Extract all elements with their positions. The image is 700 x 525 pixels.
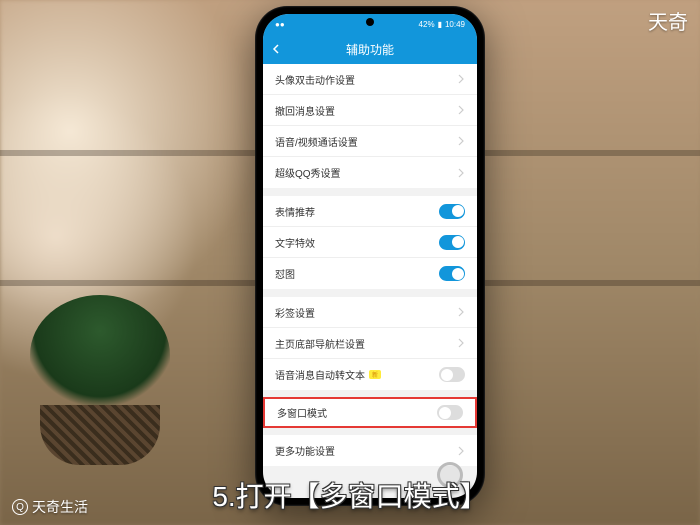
settings-row[interactable]: 撤回消息设置 <box>263 95 477 126</box>
settings-row[interactable]: 表情推荐 <box>263 196 477 227</box>
toggle-knob <box>452 205 464 217</box>
section-gap <box>263 427 477 435</box>
chevron-right-icon <box>457 307 465 317</box>
row-label: 头像双击动作设置 <box>275 72 355 87</box>
row-label: 彩签设置 <box>275 305 315 320</box>
camera-notch <box>366 18 374 26</box>
back-button[interactable] <box>271 44 281 54</box>
row-label: 更多功能设置 <box>275 443 335 458</box>
phone-screen: ●● 42% ▮ 10:49 辅助功能 头像双击动作设置撤回消息设置语音/视频通… <box>263 14 477 498</box>
watermark-icon: Q <box>12 499 28 515</box>
plant-decoration <box>30 295 170 415</box>
settings-section: 更多功能设置 <box>263 435 477 466</box>
row-label-text: 撤回消息设置 <box>275 103 335 118</box>
row-label: 多窗口模式 <box>277 405 327 420</box>
settings-list: 头像双击动作设置撤回消息设置语音/视频通话设置超级QQ秀设置表情推荐文字特效怼图… <box>263 64 477 466</box>
watermark-bottom: Q 天奇生活 <box>12 497 88 517</box>
chevron-right-icon <box>457 105 465 115</box>
settings-row[interactable]: 超级QQ秀设置 <box>263 157 477 188</box>
row-label-text: 怼图 <box>275 266 295 281</box>
settings-row[interactable]: 文字特效 <box>263 227 477 258</box>
row-label-text: 语音消息自动转文本 <box>275 367 365 382</box>
watermark-top: 天奇 <box>648 6 688 35</box>
chevron-right-icon <box>457 168 465 178</box>
toggle-knob <box>452 268 464 280</box>
row-label: 主页底部导航栏设置 <box>275 336 365 351</box>
instruction-caption: 5.打开【多窗口模式】 <box>212 475 487 515</box>
row-label-text: 更多功能设置 <box>275 443 335 458</box>
chevron-right-icon <box>457 136 465 146</box>
battery-icon: ▮ <box>438 20 442 29</box>
row-label: 表情推荐 <box>275 204 315 219</box>
chevron-right-icon <box>457 74 465 84</box>
basket-decoration <box>40 405 160 465</box>
settings-row[interactable]: 彩签设置 <box>263 297 477 328</box>
settings-row[interactable]: 更多功能设置 <box>263 435 477 466</box>
row-label-text: 文字特效 <box>275 235 315 250</box>
settings-section: 多窗口模式 <box>263 397 477 428</box>
chevron-right-icon <box>457 338 465 348</box>
settings-row[interactable]: 语音/视频通话设置 <box>263 126 477 157</box>
settings-row[interactable]: 头像双击动作设置 <box>263 64 477 95</box>
row-label-text: 表情推荐 <box>275 204 315 219</box>
row-label: 语音/视频通话设置 <box>275 134 358 149</box>
row-label-text: 超级QQ秀设置 <box>275 165 341 180</box>
row-label-text: 语音/视频通话设置 <box>275 134 358 149</box>
toggle-knob <box>439 407 451 419</box>
settings-row[interactable]: 怼图 <box>263 258 477 289</box>
row-label-text: 多窗口模式 <box>277 405 327 420</box>
battery-text: 42% <box>419 20 435 29</box>
row-label: 撤回消息设置 <box>275 103 335 118</box>
phone-frame: ●● 42% ▮ 10:49 辅助功能 头像双击动作设置撤回消息设置语音/视频通… <box>255 6 485 506</box>
row-label: 语音消息自动转文本新 <box>275 367 381 382</box>
row-label-text: 头像双击动作设置 <box>275 72 355 87</box>
section-gap <box>263 188 477 196</box>
watermark-bottom-text: 天奇生活 <box>32 497 88 517</box>
toggle-knob <box>441 369 453 381</box>
settings-section: 头像双击动作设置撤回消息设置语音/视频通话设置超级QQ秀设置 <box>263 64 477 188</box>
row-label-text: 彩签设置 <box>275 305 315 320</box>
row-label: 文字特效 <box>275 235 315 250</box>
row-label: 超级QQ秀设置 <box>275 165 341 180</box>
page-header: 辅助功能 <box>263 34 477 64</box>
toggle-switch[interactable] <box>439 235 465 250</box>
toggle-switch[interactable] <box>439 204 465 219</box>
settings-section: 彩签设置主页底部导航栏设置语音消息自动转文本新 <box>263 297 477 390</box>
settings-section: 表情推荐文字特效怼图 <box>263 196 477 289</box>
row-label-text: 主页底部导航栏设置 <box>275 336 365 351</box>
settings-row[interactable]: 语音消息自动转文本新 <box>263 359 477 390</box>
toggle-switch[interactable] <box>437 405 463 420</box>
status-right: 42% ▮ 10:49 <box>419 20 465 29</box>
chevron-right-icon <box>457 446 465 456</box>
new-badge: 新 <box>369 370 381 379</box>
status-left: ●● <box>275 20 285 29</box>
time-text: 10:49 <box>445 20 465 29</box>
row-label: 怼图 <box>275 266 295 281</box>
settings-row[interactable]: 多窗口模式 <box>263 397 477 428</box>
toggle-switch[interactable] <box>439 367 465 382</box>
section-gap <box>263 289 477 297</box>
settings-row[interactable]: 主页底部导航栏设置 <box>263 328 477 359</box>
page-title: 辅助功能 <box>346 41 394 58</box>
toggle-knob <box>452 236 464 248</box>
toggle-switch[interactable] <box>439 266 465 281</box>
